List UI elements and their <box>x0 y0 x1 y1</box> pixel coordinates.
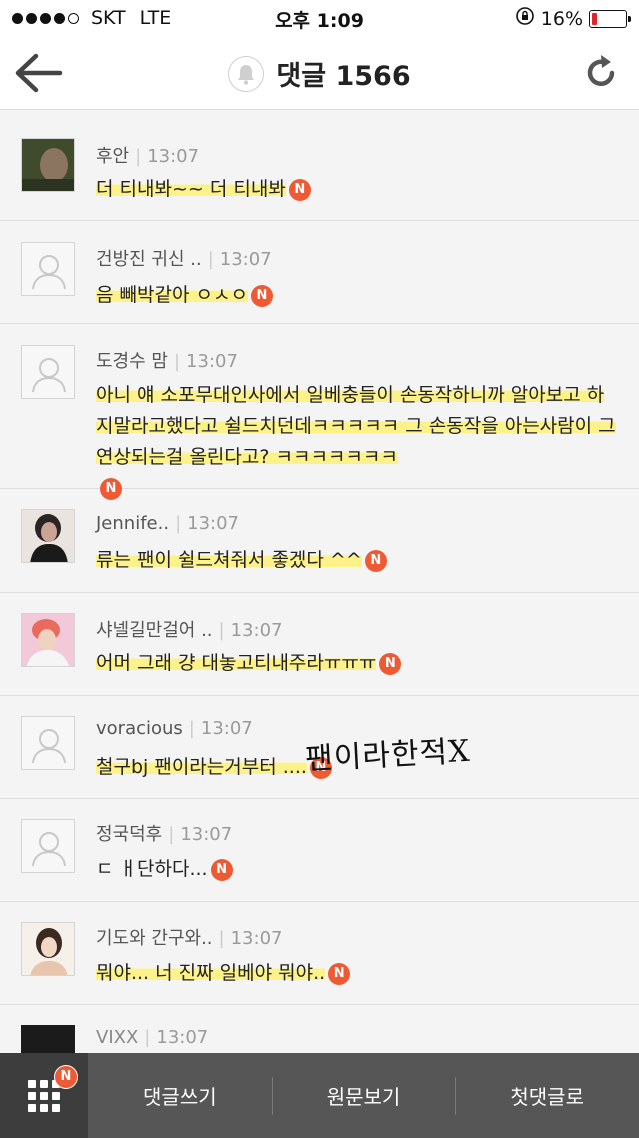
comment-time: 13:07 <box>187 513 240 534</box>
default-avatar-icon <box>21 716 75 770</box>
battery-percent: 16% <box>540 7 583 30</box>
comment-item[interactable]: 정국덕후 | 13:07 ㄷ ㅐ단하다... N <box>0 799 639 902</box>
comment-author: 정국덕후 <box>96 824 163 845</box>
comment-item[interactable]: 샤넬길만걸어 .. | 13:07 어머 그래 걍 대놓고티내주라ㅠㅠㅠ N <box>0 593 639 696</box>
comment-author: 기도와 간구와.. <box>96 928 213 949</box>
view-original-button[interactable]: 원문보기 <box>271 1053 456 1138</box>
comment-author: VIXX <box>96 1027 139 1048</box>
new-badge: N <box>250 284 273 307</box>
comment-item[interactable]: 건방진 귀신 .. | 13:07 음 빼박같아 ㅇㅅㅇ N <box>0 221 639 324</box>
bottom-toolbar: N 댓글쓰기 원문보기 첫댓글로 <box>0 1053 639 1138</box>
menu-new-badge: N <box>54 1065 78 1089</box>
new-badge: N <box>364 549 387 572</box>
comment-text: 뭐야... 너 진짜 일베야 뭐야.. <box>96 962 326 984</box>
new-badge: N <box>379 652 402 675</box>
refresh-icon <box>587 55 615 86</box>
rotation-lock-icon <box>515 6 535 31</box>
comment-author: 후안 <box>96 146 130 167</box>
user-avatar <box>21 613 75 667</box>
menu-grid-button[interactable]: N <box>0 1053 88 1138</box>
comment-text: ㄷ ㅐ단하다... <box>96 858 208 880</box>
new-badge: N <box>328 962 351 985</box>
comment-text: 음 빼박같아 ㅇㅅㅇ <box>96 284 248 306</box>
write-comment-button[interactable]: 댓글쓰기 <box>88 1053 272 1138</box>
new-badge: N <box>210 858 233 881</box>
comment-item[interactable]: 후안 | 13:07 더 티내봐~~ 더 티내봐 N <box>0 118 639 221</box>
refresh-button[interactable] <box>581 52 621 94</box>
bell-icon <box>238 64 255 85</box>
comment-time: 13:07 <box>230 620 283 641</box>
user-avatar <box>21 922 75 976</box>
comment-text: 철구bj 팬이라는거부터 .... <box>96 756 307 778</box>
default-avatar-icon <box>21 819 75 873</box>
comment-author: 건방진 귀신 .. <box>96 249 202 270</box>
comment-text: 더 티내봐~~ 더 티내봐 <box>96 178 286 200</box>
first-comment-button[interactable]: 첫댓글로 <box>455 1053 639 1138</box>
comment-time: 13:07 <box>156 1027 209 1048</box>
handwritten-annotation: 팬이라한적X <box>304 733 472 778</box>
comment-text: 류는 팬이 쉴드쳐줘서 좋겠다 ^^ <box>96 549 362 571</box>
default-avatar-icon <box>21 345 75 399</box>
comment-item[interactable]: 도경수 맘 | 13:07 아니 얘 소포무대인사에서 일베충들이 손동작하니까 알… <box>0 324 639 500</box>
comment-time: 13:07 <box>186 351 238 372</box>
new-badge: N <box>288 178 311 201</box>
battery-icon <box>589 9 631 28</box>
page-title: 댓글 1566 <box>276 61 411 92</box>
comment-author: 도경수 맘 <box>96 351 168 372</box>
header: 댓글 1566 <box>0 36 639 110</box>
comment-item[interactable]: Jennife.. | 13:07 류는 팬이 쉴드쳐줘서 좋겠다 ^^ N <box>0 489 639 593</box>
comment-time: 13:07 <box>147 146 200 167</box>
comment-time: 13:07 <box>180 824 233 845</box>
comment-time: 13:07 <box>219 249 272 270</box>
comment-author: 샤넬길만걸어 .. <box>96 620 213 641</box>
comment-author: Jennife.. <box>96 513 170 534</box>
comment-item[interactable]: VIXX | 13:07 <box>0 1005 639 1053</box>
comment-text: 어머 그래 걍 대놓고티내주라ㅠㅠㅠ <box>96 652 377 674</box>
comment-time: 13:07 <box>200 718 253 739</box>
comment-text: 아니 얘 소포무대인사에서 일베충들이 손동작하니까 알아보고 하지말라고했다고… <box>96 384 616 468</box>
grid-icon <box>28 1080 60 1112</box>
comment-item[interactable]: 기도와 간구와.. | 13:07 뭐야... 너 진짜 일베야 뭐야.. N <box>0 902 639 1005</box>
comment-time: 13:07 <box>230 928 283 949</box>
comment-list[interactable]: 후안 | 13:07 더 티내봐~~ 더 티내봐 N 건방진 귀신 .. | 13:07 … <box>0 118 639 1053</box>
status-bar: SKT LTE 오후 1:09 16% <box>0 0 639 36</box>
user-avatar <box>21 509 75 563</box>
user-avatar <box>21 138 75 192</box>
default-avatar-icon <box>21 242 75 296</box>
user-avatar <box>21 1025 75 1053</box>
notification-bell-button[interactable] <box>228 55 265 92</box>
comment-author: voracious <box>96 718 183 739</box>
